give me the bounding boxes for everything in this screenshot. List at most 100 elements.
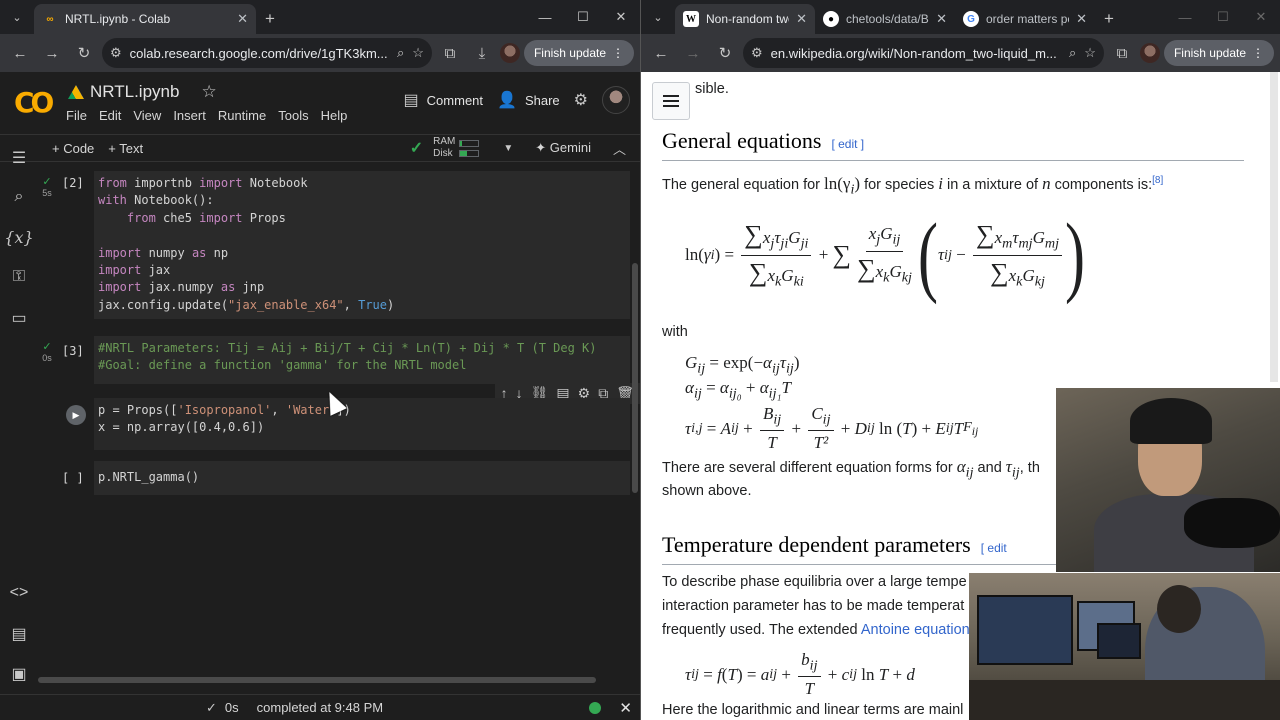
colab-logo[interactable]: CO	[14, 86, 54, 119]
address-bar[interactable]: ⚙ en.wikipedia.org/wiki/Non-random_two-l…	[743, 38, 1104, 68]
window-controls: — ☐ ✕	[1166, 0, 1280, 34]
menu-tools[interactable]: Tools	[278, 108, 314, 123]
address-bar[interactable]: ⚙ colab.research.google.com/drive/1gTK3k…	[102, 38, 432, 68]
menu-help[interactable]: Help	[321, 108, 354, 123]
finish-update-button[interactable]: Finish update ⋮	[523, 40, 634, 66]
nrtl-main-equation: ln(γ i) = ∑xjτjiGji ∑xkGki + ∑ xjGij ∑xkGkj…	[685, 205, 1086, 305]
runtime-dropdown-icon[interactable]: ▼	[503, 143, 513, 154]
site-info-icon[interactable]: ⚙	[110, 45, 122, 61]
profile-avatar[interactable]	[1139, 43, 1160, 63]
site-info-icon[interactable]: ⚙	[751, 45, 763, 61]
finish-update-button[interactable]: Finish update ⋮	[1163, 40, 1274, 66]
horizontal-scrollbar[interactable]	[38, 677, 596, 683]
tab-google[interactable]: G order matters pen ✕	[955, 4, 1095, 34]
gemini-button[interactable]: ✦ Gemini	[535, 140, 591, 156]
text: , th	[1019, 460, 1040, 476]
share-button[interactable]: 👤 Share	[497, 90, 560, 110]
terminal-icon[interactable]: ▣	[0, 664, 38, 684]
notebook-title-text[interactable]: NRTL.ipynb	[90, 82, 179, 102]
back-icon[interactable]: ←	[6, 39, 34, 67]
notebook-toolbar: + Code + Text ✓ RAM Disk ▼ ✦ Gemini ︿	[0, 134, 640, 162]
reload-icon[interactable]: ↻	[711, 39, 739, 67]
star-icon[interactable]: ☆	[201, 82, 216, 102]
files-folder-icon[interactable]: ▭	[0, 308, 38, 328]
menu-runtime[interactable]: Runtime	[218, 108, 272, 123]
menu-view[interactable]: View	[133, 108, 167, 123]
account-avatar[interactable]	[602, 86, 630, 114]
table-of-contents-icon[interactable]: ☰	[0, 148, 38, 168]
vertical-scrollbar[interactable]	[632, 263, 638, 493]
minimize-icon[interactable]: —	[526, 10, 564, 25]
tab-search-icon[interactable]: ⌄	[641, 0, 675, 34]
exec-status[interactable]: ✓ 0s	[206, 700, 239, 716]
paragraph-temp-line1: To describe phase equilibria over a larg…	[662, 574, 967, 590]
bookmark-star-icon[interactable]: ☆	[412, 45, 424, 61]
table-of-contents-icon[interactable]	[652, 82, 690, 120]
run-cell-button[interactable]: ▶	[66, 405, 86, 425]
close-window-icon[interactable]: ✕	[602, 9, 640, 25]
back-icon[interactable]: ←	[647, 39, 675, 67]
tab-colab[interactable]: ∞ NRTL.ipynb - Colab ✕	[34, 4, 256, 34]
code-editor[interactable]: p = Props(['Isopropanol', 'Water']) x = …	[94, 398, 630, 450]
maximize-icon[interactable]: ☐	[564, 9, 602, 25]
tab-title: chetools/data/Bin	[846, 12, 930, 26]
gemini-label: Gemini	[549, 140, 591, 155]
add-code-button[interactable]: + Code	[52, 141, 94, 156]
close-window-icon[interactable]: ✕	[1242, 9, 1280, 25]
code-cell[interactable]: [ ] p.NRTL_gamma()	[38, 461, 630, 495]
reference-link[interactable]: [8]	[1152, 175, 1163, 186]
tab-github[interactable]: ● chetools/data/Bin ✕	[815, 4, 955, 34]
antoine-equation-link[interactable]: Antoine equation	[861, 622, 970, 638]
add-text-button[interactable]: + Text	[108, 141, 143, 156]
browser-toolbar: ← → ↻ ⚙ colab.research.google.com/drive/…	[0, 34, 640, 72]
comment-icon: ▤	[403, 92, 419, 109]
code-cell[interactable]: ✓ 5s [2] from importnb import Notebook w…	[38, 171, 630, 319]
maximize-icon[interactable]: ☐	[1204, 9, 1242, 25]
ram-disk-indicator[interactable]: RAM Disk	[433, 136, 480, 160]
menu-edit[interactable]: Edit	[99, 108, 127, 123]
close-icon[interactable]: ✕	[1076, 11, 1087, 27]
vertical-scrollbar[interactable]	[1270, 72, 1278, 382]
download-icon[interactable]: ⤓	[468, 39, 496, 67]
tab-wikipedia[interactable]: W Non-random two- ✕	[675, 4, 815, 34]
minimize-icon[interactable]: —	[1166, 10, 1204, 25]
bookmark-star-icon[interactable]: ☆	[1084, 45, 1096, 61]
settings-gear-icon[interactable]: ⚙	[574, 90, 588, 110]
secrets-key-icon[interactable]: ⚿	[0, 268, 38, 286]
text: for species	[860, 176, 939, 193]
variables-icon[interactable]: {x}	[0, 228, 38, 247]
new-tab-icon[interactable]: +	[256, 4, 284, 34]
edit-link[interactable]: [ edit	[981, 541, 1007, 555]
profile-avatar[interactable]	[499, 43, 520, 63]
zoom-icon[interactable]: ⌕	[1069, 45, 1076, 61]
code-editor[interactable]: #NRTL Parameters: Tij = Aij + Bij/T + Ci…	[94, 336, 630, 384]
menu-file[interactable]: File	[66, 108, 93, 123]
command-palette-icon[interactable]: ▤	[0, 624, 38, 644]
edit-link[interactable]: [ edit ]	[831, 137, 864, 151]
search-icon[interactable]: ⌕	[0, 188, 38, 206]
text: There are several different equation for…	[662, 460, 957, 476]
extensions-icon[interactable]: ⧉	[1108, 39, 1136, 67]
heading-temperature-dependent: Temperature dependent parameters [ edit	[662, 532, 1007, 558]
extensions-icon[interactable]: ⧉	[436, 39, 464, 67]
paragraph-temp-line3: frequently used. The extended Antoine eq…	[662, 618, 970, 642]
code-editor[interactable]: p.NRTL_gamma()	[94, 461, 630, 495]
code-snippets-icon[interactable]: <>	[0, 584, 38, 602]
heading-general-equations: General equations [ edit ]	[662, 128, 864, 154]
tab-strip: ⌄ ∞ NRTL.ipynb - Colab ✕ + — ☐ ✕	[0, 0, 640, 34]
close-icon[interactable]: ✕	[936, 11, 947, 27]
collapse-up-icon[interactable]: ︿	[613, 139, 626, 158]
comment-button[interactable]: ▤ Comment	[404, 90, 483, 110]
tab-search-icon[interactable]: ⌄	[0, 0, 34, 34]
zoom-icon[interactable]: ⌕	[397, 45, 404, 61]
menu-insert[interactable]: Insert	[173, 108, 212, 123]
reload-icon[interactable]: ↻	[70, 39, 98, 67]
code-cell[interactable]: ✓ 0s [3] #NRTL Parameters: Tij = Aij + B…	[38, 336, 630, 384]
new-tab-icon[interactable]: +	[1095, 4, 1123, 34]
close-icon[interactable]: ✕	[796, 11, 807, 27]
forward-icon[interactable]: →	[679, 39, 707, 67]
close-status-icon[interactable]: ✕	[619, 699, 632, 717]
close-icon[interactable]: ✕	[237, 11, 248, 27]
code-editor[interactable]: from importnb import Notebook with Noteb…	[94, 171, 630, 319]
forward-icon[interactable]: →	[38, 39, 66, 67]
